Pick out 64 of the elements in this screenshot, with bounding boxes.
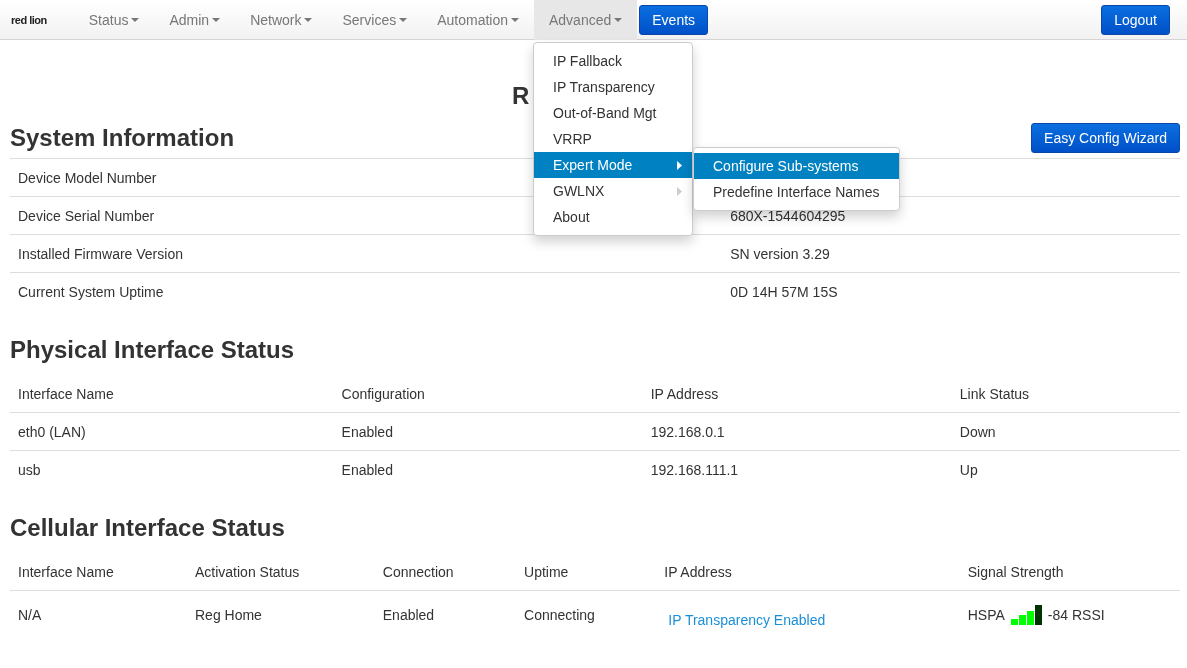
submenu-arrow-icon [677,160,682,170]
table-cell: 680X-1544604295 [730,207,846,224]
brand-logo[interactable]: red lion [11,13,47,26]
table-cell: Reg Home [195,606,262,623]
caret-icon [304,17,313,22]
caret-icon [212,17,221,22]
table-cell: Enabled [341,461,393,478]
table-cell: Connecting [524,606,595,623]
menu-item[interactable]: GWLNX [534,178,692,204]
table-cell: Enabled [382,606,435,623]
column-header: IP Address [664,563,732,580]
caret-icon [131,17,140,22]
column-header: Signal Strength [967,563,1064,580]
caret-icon [511,17,519,22]
column-header: IP Address [650,385,719,402]
table-cell: Down [959,423,996,440]
table-cell: -84 RSSI [1047,606,1105,623]
column-header: Uptime [524,563,569,580]
table-cell: Current System Uptime [18,283,164,300]
table-cell: 192.168.111.1 [650,461,739,478]
column-header: Connection [382,563,454,580]
table-cell: usb [18,461,41,478]
table-cell: Up [959,461,978,478]
menu-item[interactable]: IP Transparency [534,74,692,100]
column-header: Interface Name [18,385,114,402]
table-cell: Installed Firmware Version [18,245,183,262]
table-cell: 0D 14H 57M 15S [730,283,838,300]
nav-menu[interactable]: Status [73,0,155,40]
menu-item[interactable]: Out-of-Band Mgt [534,100,692,126]
table-cell: 192.168.0.1 [650,423,725,440]
column-header: Configuration [341,385,425,402]
nav-menu[interactable]: Admin [154,0,236,40]
nav-menu[interactable]: Automation [422,0,534,40]
column-header: Activation Status [195,563,300,580]
table-cell: N/A [18,606,42,623]
nav-menu[interactable]: Advanced [534,0,638,40]
page-title: R [512,82,530,110]
column-header: Link Status [959,385,1030,402]
nav-menu[interactable]: Network [235,0,328,40]
table-cell: HSPA [967,606,1005,623]
menu-item[interactable]: VRRP [534,126,692,152]
section-heading: System Information [10,124,235,152]
nav-menu[interactable]: Services [327,0,423,40]
submenu-arrow-icon [677,186,682,196]
table-cell: Enabled [341,423,393,440]
ip-link[interactable]: IP Transparency Enabled [668,611,826,628]
section-heading: Cellular Interface Status [10,513,286,543]
menu-item[interactable]: Expert Mode [534,152,692,178]
table-cell: eth0 (LAN) [18,423,86,440]
table-cell: Device Serial Number [18,207,155,224]
table-cell: Device Model Number [18,169,157,186]
menu-item[interactable]: Predefine Interface Names [694,179,899,205]
menu-item[interactable]: Configure Sub-systems [694,153,899,179]
events-button[interactable]: Events [639,4,709,35]
caret-icon [399,17,408,22]
logout-button[interactable]: Logout [1101,4,1170,35]
menu-item[interactable]: About [534,204,692,230]
section-heading: Physical Interface Status [10,335,296,365]
wizard-button[interactable]: Easy Config Wizard [1031,123,1180,153]
menu-item[interactable]: IP Fallback [534,48,692,74]
table-cell: SN version 3.29 [730,245,830,262]
signal-bars-icon [1010,604,1042,625]
column-header: Interface Name [18,563,114,580]
caret-icon [614,17,623,22]
